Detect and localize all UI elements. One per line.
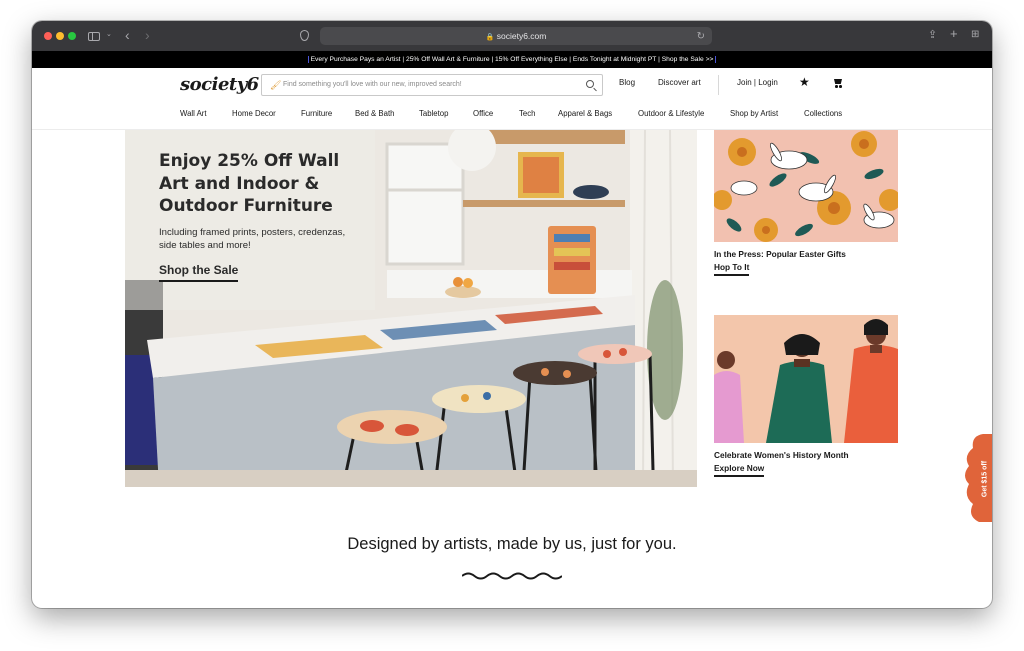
blog-link[interactable]: Blog	[619, 78, 635, 87]
easter-gifts-image[interactable]	[714, 130, 898, 242]
nav-tabletop[interactable]: Tabletop	[419, 109, 448, 118]
womens-history-image[interactable]	[714, 315, 898, 443]
new-tab-icon[interactable]: +	[950, 26, 958, 42]
chevron-down-icon[interactable]: ⌄	[106, 27, 112, 43]
minimize-window-button[interactable]	[56, 32, 64, 40]
url-text: 🔒 society6.com	[320, 27, 712, 47]
cart-icon[interactable]	[833, 78, 843, 88]
discover-art-link[interactable]: Discover art	[658, 78, 701, 87]
zoom-window-button[interactable]	[68, 32, 76, 40]
address-bar[interactable]: 🔒 society6.com ↻	[320, 27, 712, 45]
header-divider	[718, 75, 719, 95]
bunny-pattern-illustration	[714, 130, 898, 242]
shield-icon[interactable]	[300, 30, 309, 41]
promo-text: Every Purchase Pays an Artist | 25% Off …	[307, 56, 717, 63]
shop-the-sale-link[interactable]: Shop the Sale	[159, 263, 239, 282]
nav-shop-by-artist[interactable]: Shop by Artist	[730, 109, 778, 118]
cart-wheel	[839, 85, 842, 88]
nav-bed-bath[interactable]: Bed & Bath	[355, 109, 394, 118]
browser-toolbar: ⌄ ‹ › 🔒 society6.com ↻ ⇪ + ⊞	[32, 21, 992, 51]
nav-office[interactable]: Office	[473, 109, 493, 118]
back-icon[interactable]: ‹	[125, 27, 130, 43]
search-placeholder: Find something you'll love with our new,…	[283, 81, 462, 88]
tagline: Designed by artists, made by us, just fo…	[347, 535, 677, 553]
reload-icon[interactable]: ↻	[697, 29, 705, 45]
nav-outdoor-lifestyle[interactable]: Outdoor & Lifestyle	[638, 109, 704, 118]
browser-window: ⌄ ‹ › 🔒 society6.com ↻ ⇪ + ⊞ Every Purch…	[32, 21, 992, 608]
promo-text-wrap: Every Purchase Pays an Artist | 25% Off …	[32, 51, 992, 68]
nav-apparel-bags[interactable]: Apparel & Bags	[558, 109, 612, 118]
hero-title: Enjoy 25% Off Wall Art and Indoor & Outd…	[159, 151, 340, 216]
cart-basket	[834, 79, 842, 84]
nav-wall-art[interactable]: Wall Art	[180, 109, 207, 118]
explore-now-link[interactable]: Explore Now	[714, 463, 765, 477]
nav-collections[interactable]: Collections	[804, 109, 842, 118]
tab-overview-icon[interactable]: ⊞	[971, 27, 979, 43]
search-field[interactable]: 🖌 Find something you'll love with our ne…	[261, 74, 603, 96]
close-window-button[interactable]	[44, 32, 52, 40]
nav-tech[interactable]: Tech	[519, 109, 535, 118]
womens-history-title[interactable]: Celebrate Women's History Month	[714, 450, 849, 460]
screen: ⌄ ‹ › 🔒 society6.com ↻ ⇪ + ⊞ Every Purch…	[0, 0, 1024, 651]
star-icon[interactable]: ★	[799, 75, 810, 89]
discount-tab-label[interactable]: Get $15 off	[982, 461, 989, 497]
join-login-link[interactable]: Join | Login	[737, 78, 778, 87]
squiggle-divider	[462, 572, 562, 580]
forward-icon[interactable]: ›	[145, 27, 150, 43]
hero-subtitle: Including framed prints, posters, creden…	[159, 226, 346, 251]
lock-icon: 🔒	[485, 34, 495, 41]
easter-gifts-title[interactable]: In the Press: Popular Easter Gifts	[714, 249, 846, 259]
paintbrush-icon: 🖌	[270, 80, 282, 90]
promo-banner[interactable]: Every Purchase Pays an Artist | 25% Off …	[32, 51, 992, 68]
nav-home-decor[interactable]: Home Decor	[232, 109, 276, 118]
url-value: society6.com	[496, 31, 547, 41]
cart-wheel	[835, 85, 838, 88]
hop-to-it-link[interactable]: Hop To It	[714, 262, 750, 276]
hero-text: Enjoy 25% Off Wall Art and Indoor & Outd…	[159, 150, 359, 282]
hero-banner[interactable]: Enjoy 25% Off Wall Art and Indoor & Outd…	[125, 130, 697, 487]
women-illustration	[714, 315, 898, 443]
nav-furniture[interactable]: Furniture	[301, 109, 332, 118]
share-icon[interactable]: ⇪	[928, 27, 937, 43]
sidebar-icon[interactable]	[88, 32, 100, 41]
site-logo[interactable]: society6	[180, 74, 259, 95]
search-icon[interactable]	[586, 80, 594, 88]
